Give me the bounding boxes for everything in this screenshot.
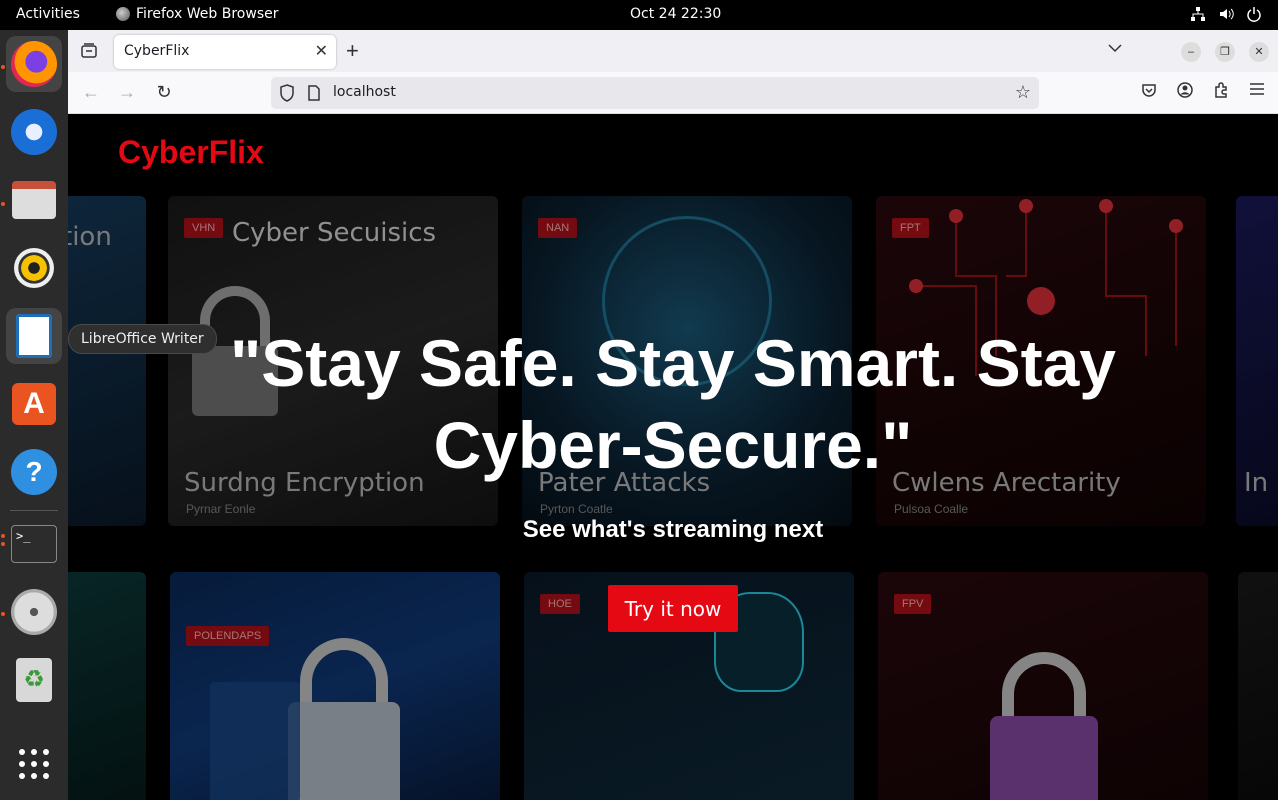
dock-thunderbird[interactable] (6, 104, 62, 160)
dock-dvd[interactable] (6, 584, 62, 640)
dock-rhythmbox[interactable] (6, 240, 62, 296)
list-all-tabs-icon[interactable] (1108, 40, 1122, 56)
disc-icon (11, 589, 57, 635)
maximize-button[interactable]: ❐ (1215, 42, 1235, 62)
dock-firefox[interactable] (6, 36, 62, 92)
firefox-view-icon[interactable] (80, 42, 98, 65)
forward-button[interactable]: → (116, 82, 138, 103)
hero-title: "Stay Safe. Stay Smart. Stay Cyber-Secur… (229, 326, 1117, 482)
tab-bar: CyberFlix ✕ + – ❐ ✕ (68, 30, 1278, 72)
volume-icon[interactable] (1218, 6, 1234, 22)
trash-icon: ♻ (16, 658, 52, 702)
files-icon (12, 181, 56, 219)
system-top-bar: Activities Firefox Web Browser Oct 24 22… (0, 0, 1278, 30)
extensions-icon[interactable] (1212, 82, 1230, 100)
dock-libreoffice-writer[interactable] (6, 308, 62, 364)
running-indicator (1, 534, 5, 538)
try-it-now-button[interactable]: Try it now (608, 585, 738, 632)
power-icon[interactable] (1246, 6, 1262, 22)
reload-button[interactable]: ↻ (153, 82, 175, 103)
firefox-icon (11, 41, 57, 87)
app-grid-icon (19, 749, 49, 779)
menu-hamburger-icon[interactable] (1248, 82, 1266, 100)
tab-cyberflix[interactable]: CyberFlix ✕ (114, 35, 336, 69)
navigation-bar: ← → ↻ localhost ☆ (68, 72, 1278, 114)
network-icon[interactable] (1190, 6, 1206, 22)
close-tab-icon[interactable]: ✕ (315, 41, 328, 60)
toolbar-icons (1140, 82, 1266, 100)
show-applications-button[interactable] (6, 736, 62, 792)
dock-trash[interactable]: ♻ (6, 652, 62, 708)
web-page: tion VHN Cyber Secuisics Surdng Encrypti… (68, 114, 1278, 800)
terminal-icon: >_ (11, 525, 57, 563)
tab-title: CyberFlix (124, 43, 190, 59)
software-store-icon: A (12, 383, 56, 425)
url-bar[interactable]: localhost ☆ (271, 77, 1039, 109)
dock-tooltip: LibreOffice Writer (68, 324, 217, 354)
writer-icon (16, 314, 52, 358)
minimize-button[interactable]: – (1181, 42, 1201, 62)
app-menu[interactable]: Firefox Web Browser (116, 6, 279, 22)
dock-files[interactable] (6, 172, 62, 228)
app-menu-label: Firefox Web Browser (136, 6, 279, 22)
page-info-icon[interactable] (307, 85, 321, 106)
rhythmbox-icon (14, 248, 54, 288)
dock-ubuntu-software[interactable]: A (6, 376, 62, 432)
running-indicator (1, 202, 5, 206)
clock[interactable]: Oct 24 22:30 (630, 6, 721, 22)
dock-help[interactable]: ? (6, 444, 62, 500)
running-indicator (1, 612, 5, 616)
back-button[interactable]: ← (80, 82, 102, 103)
new-tab-button[interactable]: + (346, 38, 359, 64)
activities-button[interactable]: Activities (16, 6, 80, 22)
site-logo[interactable]: CyberFlix (118, 134, 264, 171)
firefox-mini-icon (116, 7, 130, 21)
firefox-window: CyberFlix ✕ + – ❐ ✕ ← → ↻ localhost ☆ io… (68, 30, 1278, 800)
dock: A ? >_ ♻ (0, 30, 68, 800)
running-indicator (1, 542, 5, 546)
dock-terminal[interactable]: >_ (6, 516, 62, 572)
dock-separator (10, 510, 58, 511)
help-icon: ? (11, 449, 57, 495)
running-indicator (1, 65, 5, 69)
tracking-protection-icon[interactable] (279, 84, 295, 107)
url-text[interactable]: localhost (333, 84, 396, 100)
system-tray[interactable] (1190, 6, 1262, 22)
thunderbird-icon (11, 109, 57, 155)
bookmark-star-icon[interactable]: ☆ (1015, 82, 1031, 103)
account-icon[interactable] (1176, 82, 1194, 100)
close-window-button[interactable]: ✕ (1249, 42, 1269, 62)
pocket-icon[interactable] (1140, 82, 1158, 100)
hero-subtitle: See what's streaming next (522, 516, 824, 543)
